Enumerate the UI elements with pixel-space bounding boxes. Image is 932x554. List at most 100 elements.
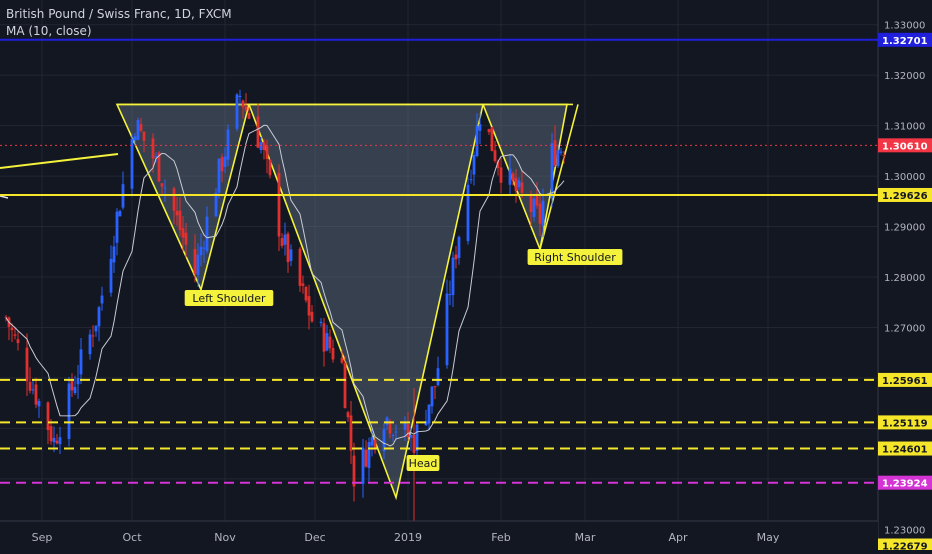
candle-body[interactable] xyxy=(532,198,536,217)
candle-body[interactable] xyxy=(415,424,419,451)
candle-body[interactable] xyxy=(346,412,350,418)
candle-body[interactable] xyxy=(178,210,182,231)
candle[interactable] xyxy=(436,356,440,387)
price-label-1.24601[interactable]: 1.24601 xyxy=(882,445,928,456)
indicator-label[interactable]: MA (10, close) xyxy=(6,23,232,40)
candle-body[interactable] xyxy=(562,154,566,156)
candle-body[interactable] xyxy=(241,100,245,108)
right-shoulder-label[interactable]: Right Shoulder xyxy=(527,249,623,265)
price-label-1.22679[interactable]: 1.22679 xyxy=(882,542,928,553)
candle-body[interactable] xyxy=(406,424,410,438)
candle-body[interactable] xyxy=(553,140,557,166)
candle-body[interactable] xyxy=(238,95,242,97)
candle-body[interactable] xyxy=(538,203,542,224)
candle-body[interactable] xyxy=(130,138,134,189)
candle-body[interactable] xyxy=(118,210,122,217)
candle-body[interactable] xyxy=(490,127,494,151)
price-label-1.23924[interactable]: 1.23924 xyxy=(882,479,928,490)
candle-body[interactable] xyxy=(478,124,482,131)
candle-body[interactable] xyxy=(430,386,434,407)
left-shoulder-label[interactable]: Left Shoulder xyxy=(184,290,274,306)
candle-body[interactable] xyxy=(331,348,335,360)
candle[interactable] xyxy=(331,339,335,363)
candle-body[interactable] xyxy=(508,168,512,185)
price-label-1.25119[interactable]: 1.25119 xyxy=(882,418,928,429)
trendline[interactable] xyxy=(0,153,119,169)
candle[interactable] xyxy=(457,235,461,265)
candle-body[interactable] xyxy=(136,119,140,140)
candle[interactable] xyxy=(499,156,503,194)
candle-body[interactable] xyxy=(49,426,53,442)
candle[interactable] xyxy=(328,329,332,353)
candle[interactable] xyxy=(346,410,350,422)
candle[interactable] xyxy=(34,377,38,409)
candle-body[interactable] xyxy=(556,150,560,166)
candle-body[interactable] xyxy=(244,106,248,111)
candle[interactable] xyxy=(490,126,494,152)
candle-body[interactable] xyxy=(139,124,143,131)
price-label-1.25961[interactable]: 1.25961 xyxy=(882,376,928,387)
candle-body[interactable] xyxy=(322,323,326,352)
candle-body[interactable] xyxy=(79,349,83,375)
candle-body[interactable] xyxy=(511,173,515,181)
candle-body[interactable] xyxy=(256,116,260,148)
candle[interactable] xyxy=(550,132,554,208)
price-label-1.30610[interactable]: 1.30610 xyxy=(882,141,928,152)
candle-body[interactable] xyxy=(16,339,20,344)
candle[interactable] xyxy=(130,134,134,197)
price-label-1.29626[interactable]: 1.29626 xyxy=(882,191,928,202)
candle-body[interactable] xyxy=(304,286,308,301)
candle-body[interactable] xyxy=(310,311,314,322)
candle-body[interactable] xyxy=(289,249,293,261)
candle-body[interactable] xyxy=(73,386,77,394)
candle[interactable] xyxy=(31,379,35,395)
candle-body[interactable] xyxy=(58,437,62,445)
candle[interactable] xyxy=(73,375,77,396)
candle[interactable] xyxy=(373,437,377,454)
candle-body[interactable] xyxy=(325,333,329,351)
candle[interactable] xyxy=(559,147,563,156)
candle[interactable] xyxy=(433,385,437,400)
candle[interactable] xyxy=(55,433,59,445)
candle[interactable] xyxy=(16,330,20,351)
candle[interactable] xyxy=(307,284,311,330)
candle-body[interactable] xyxy=(391,435,395,437)
candle-body[interactable] xyxy=(88,334,92,355)
candle[interactable] xyxy=(349,400,353,464)
candle-body[interactable] xyxy=(67,383,71,439)
candle[interactable] xyxy=(115,208,119,256)
candle[interactable] xyxy=(364,440,368,468)
candle[interactable] xyxy=(427,404,431,431)
candle[interactable] xyxy=(466,176,470,245)
candle-body[interactable] xyxy=(559,151,563,153)
candle-body[interactable] xyxy=(220,157,224,172)
candle[interactable] xyxy=(286,231,290,273)
candle-body[interactable] xyxy=(94,325,98,332)
candle[interactable] xyxy=(121,171,125,210)
candle-body[interactable] xyxy=(493,150,497,161)
candle[interactable] xyxy=(304,285,308,303)
candle-body[interactable] xyxy=(514,177,518,192)
candle[interactable] xyxy=(454,245,458,269)
candle[interactable] xyxy=(448,280,452,306)
candle[interactable] xyxy=(67,376,71,447)
candle-body[interactable] xyxy=(454,254,458,260)
candle-body[interactable] xyxy=(385,417,389,425)
candle-body[interactable] xyxy=(181,228,185,238)
candle[interactable] xyxy=(91,325,95,348)
trendline-stub[interactable] xyxy=(0,195,9,199)
candle-body[interactable] xyxy=(25,347,29,382)
candle-body[interactable] xyxy=(361,447,365,484)
candle-body[interactable] xyxy=(142,131,146,141)
candle-body[interactable] xyxy=(235,94,239,129)
candle[interactable] xyxy=(352,442,356,502)
candle-body[interactable] xyxy=(373,439,377,449)
candle-body[interactable] xyxy=(10,327,14,331)
candle-body[interactable] xyxy=(343,362,347,409)
candle-body[interactable] xyxy=(472,154,476,175)
candle[interactable] xyxy=(112,235,116,273)
candle[interactable] xyxy=(97,305,101,342)
candle-body[interactable] xyxy=(409,434,413,438)
candle-body[interactable] xyxy=(28,381,32,391)
candle[interactable] xyxy=(109,245,113,297)
